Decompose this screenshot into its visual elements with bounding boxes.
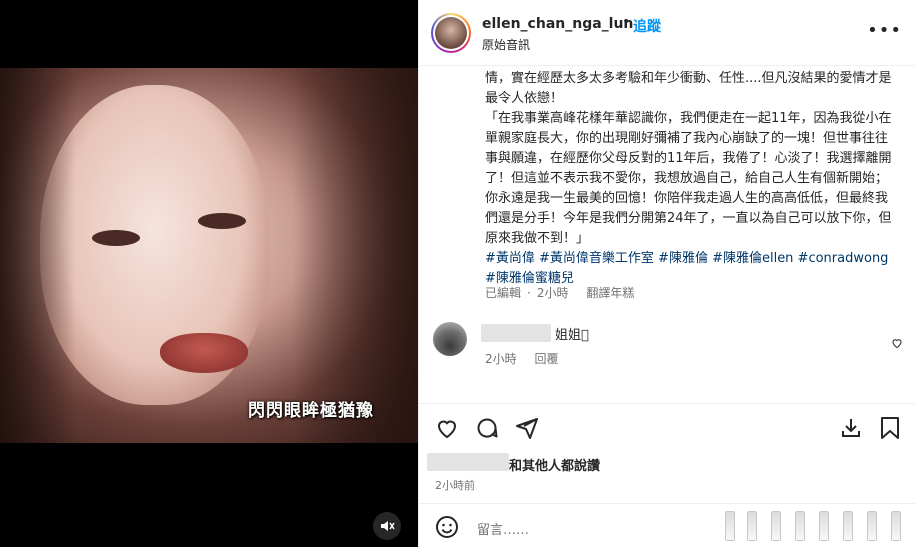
comment-icon bbox=[477, 418, 498, 438]
comment-button[interactable] bbox=[475, 416, 499, 444]
hashtags[interactable]: #黃尚偉 #黃尚偉音樂工作室 #陳雅倫 #陳雅倫ellen #conradwon… bbox=[485, 249, 900, 289]
video-subtitle: 閃閃眼眸極猶豫 bbox=[248, 401, 374, 421]
hair-shadow bbox=[0, 68, 418, 443]
save-button[interactable] bbox=[879, 416, 901, 444]
download-button[interactable] bbox=[839, 416, 863, 444]
post-time: 2小時 bbox=[536, 286, 569, 300]
avatar[interactable] bbox=[431, 13, 471, 53]
audio-link[interactable]: 原始音訊 bbox=[482, 36, 530, 53]
post-meta: 已編輯 · 2小時 翻譯年糕 bbox=[485, 284, 640, 301]
comment-text: 姐姐𠁪 bbox=[555, 328, 589, 343]
edited-label: 已編輯 bbox=[485, 286, 522, 300]
emoji-button[interactable] bbox=[435, 515, 459, 543]
share-icon bbox=[516, 418, 538, 439]
post-header: ellen_chan_nga_lun • 追蹤 原始音訊 ••• bbox=[419, 0, 915, 66]
bookmark-icon bbox=[881, 417, 899, 439]
comment-time: 2小時 bbox=[485, 352, 517, 366]
more-options-button[interactable]: ••• bbox=[867, 20, 902, 41]
caption-line-1: 情，實在經歷太多太多考驗和年少衝動、任性....但凡沒結果的愛情才是最令人依戀！ bbox=[485, 71, 892, 106]
separator-dot: • bbox=[622, 14, 631, 30]
liker-names-redacted bbox=[427, 453, 509, 471]
comment-meta: 2小時 回覆 bbox=[485, 350, 572, 367]
comment-item: 姐姐𠁪 2小時 回覆 bbox=[433, 322, 903, 370]
comment-username-redacted[interactable] bbox=[481, 324, 551, 342]
meta-dot: · bbox=[527, 286, 531, 300]
likes-text: 和其他人都說讚 bbox=[509, 459, 601, 474]
heart-icon bbox=[892, 339, 902, 349]
post-sidebar: ellen_chan_nga_lun • 追蹤 原始音訊 ••• 情，實在經歷太… bbox=[418, 0, 915, 547]
mute-button[interactable] bbox=[373, 512, 401, 540]
username-link[interactable]: ellen_chan_nga_lun bbox=[482, 16, 633, 32]
speaker-muted-icon bbox=[381, 521, 395, 531]
download-icon bbox=[842, 419, 860, 437]
comment-like-button[interactable] bbox=[891, 334, 903, 353]
heart-icon bbox=[437, 420, 457, 439]
add-comment-bar: 留言…… bbox=[419, 503, 915, 547]
post-caption: 情，實在經歷太多太多考驗和年少衝動、任性....但凡沒結果的愛情才是最令人依戀！… bbox=[485, 69, 900, 289]
follow-button[interactable]: 追蹤 bbox=[633, 16, 661, 36]
comment-avatar[interactable] bbox=[433, 322, 467, 356]
caption-line-2: 「在我事業高峰花樣年華認識你，我們便走在一起11年，因為我從小在單親家庭長大，你… bbox=[485, 111, 892, 246]
see-translation-link[interactable]: 翻譯年糕 bbox=[586, 286, 634, 300]
like-button[interactable] bbox=[435, 416, 459, 444]
action-bar bbox=[419, 403, 915, 449]
post-media[interactable]: 閃閃眼眸極猶豫 bbox=[0, 0, 418, 547]
post-timestamp: 2小時前 bbox=[435, 479, 475, 492]
smile-icon bbox=[436, 516, 458, 538]
comment-input[interactable]: 留言…… bbox=[477, 519, 529, 538]
reply-button[interactable]: 回覆 bbox=[534, 352, 558, 366]
share-button[interactable] bbox=[515, 416, 539, 444]
post-comment-overlay bbox=[725, 511, 915, 541]
